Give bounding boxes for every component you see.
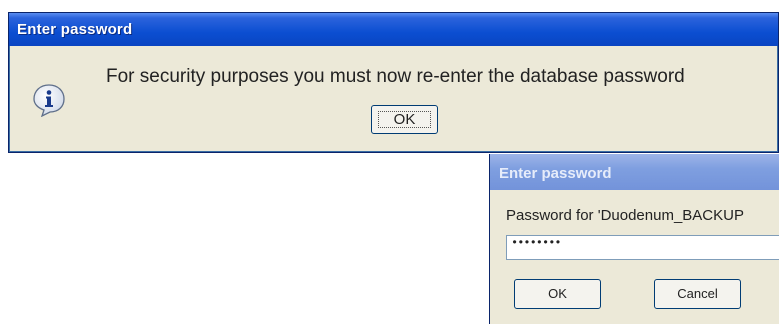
cancel-button-label: Cancel [677, 286, 718, 301]
password-prompt-dialog: Enter password Password for 'Duodenum_BA… [489, 154, 779, 324]
ok-button-label: OK [548, 286, 567, 301]
security-message: For security purposes you must now re-en… [106, 66, 685, 87]
ok-button[interactable]: OK [371, 105, 438, 134]
security-message-dialog: Enter password For security purposes you… [8, 12, 779, 153]
password-input[interactable]: •••••••• [506, 235, 779, 260]
info-icon [33, 84, 65, 117]
dialog-title: Enter password [17, 21, 133, 38]
dialog-title: Enter password [499, 165, 612, 182]
dialog-title-bar[interactable]: Enter password [9, 13, 778, 46]
cancel-button[interactable]: Cancel [654, 279, 741, 309]
dialog-title-bar[interactable]: Enter password [490, 154, 779, 190]
password-masked-value: •••••••• [511, 236, 562, 250]
ok-button[interactable]: OK [514, 279, 601, 309]
password-prompt-label: Password for 'Duodenum_BACKUP [506, 207, 744, 224]
ok-button-label: OK [393, 111, 416, 128]
